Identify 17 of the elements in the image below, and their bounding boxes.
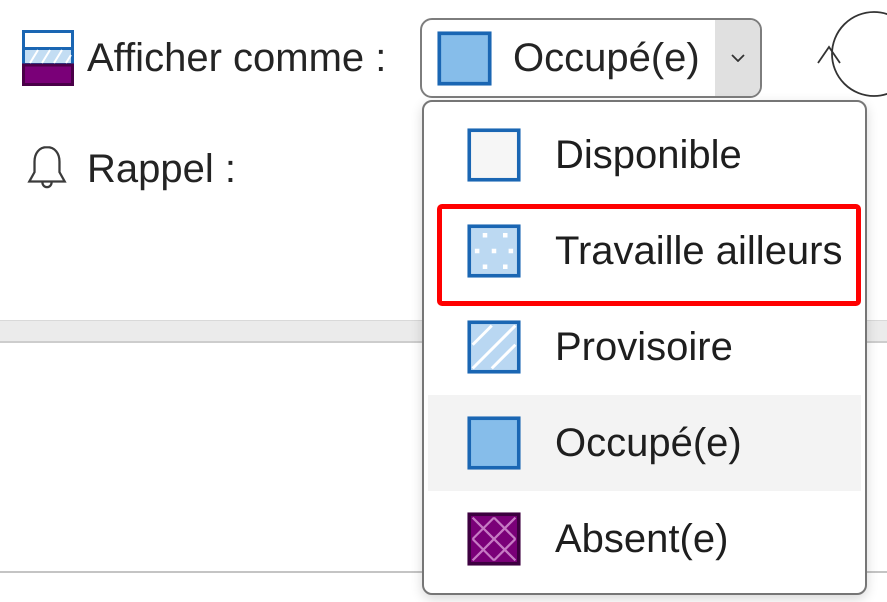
blank-swatch-icon xyxy=(467,128,521,182)
menu-item[interactable]: Travaille ailleurs xyxy=(428,203,861,306)
menu-item[interactable]: Provisoire xyxy=(428,306,861,395)
field-label: Afficher comme : xyxy=(87,35,386,82)
circular-arrow-icon[interactable] xyxy=(815,10,887,98)
solid-swatch-icon xyxy=(467,416,521,470)
striped-swatch-icon xyxy=(467,320,521,374)
field-label: Rappel : xyxy=(87,146,236,193)
stacked-bands-icon xyxy=(22,30,74,86)
solid-swatch-icon xyxy=(437,30,492,86)
dotted-swatch-icon xyxy=(467,224,521,278)
menu-item[interactable]: Absent(e) xyxy=(428,491,861,587)
show-as-dropdown[interactable]: Occupé(e) xyxy=(420,18,762,98)
crosshatch-swatch-icon xyxy=(467,512,521,566)
menu-item[interactable]: Occupé(e) xyxy=(428,395,861,491)
menu-item[interactable]: Disponible xyxy=(428,107,861,203)
chevron-down-icon xyxy=(730,54,744,62)
